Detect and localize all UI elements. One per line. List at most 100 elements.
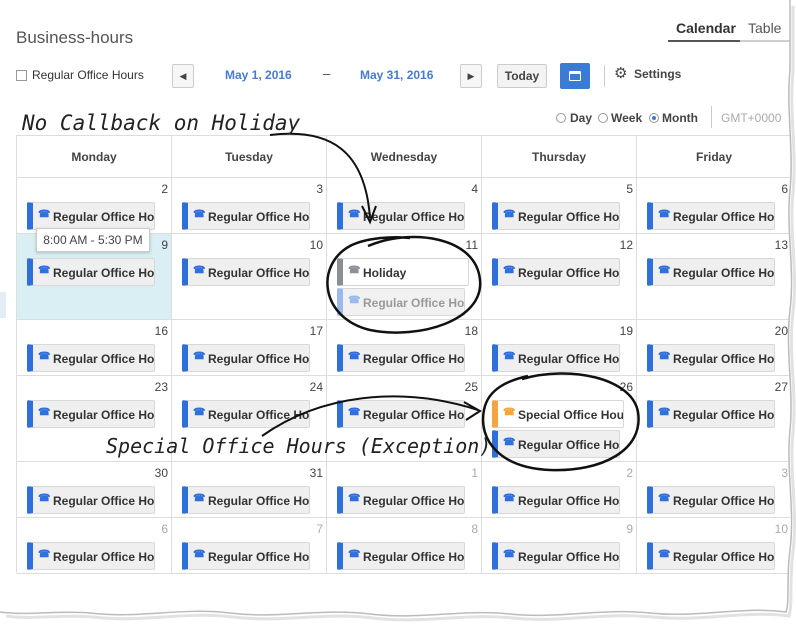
regular-hours-event[interactable]: ☎ Regular Office Hou: [182, 486, 310, 514]
regular-hours-event[interactable]: ☎ Regular Office Hou: [337, 542, 465, 570]
regular-hours-event[interactable]: ☎ Regular Office Hou: [337, 344, 465, 372]
settings-button[interactable]: Settings: [634, 67, 681, 81]
day-number: 25: [464, 380, 478, 394]
regular-hours-event[interactable]: ☎ Regular Office Hou: [182, 202, 310, 230]
gear-icon[interactable]: ⚙: [614, 66, 630, 82]
day-cell[interactable]: 17 ☎ Regular Office Hou: [172, 320, 327, 376]
event-label: Regular Office Hou: [53, 266, 155, 280]
phone-icon: ☎: [38, 265, 51, 276]
radio-week[interactable]: [598, 113, 608, 123]
regular-hours-event[interactable]: ☎ Regular Office Hou: [182, 258, 310, 286]
special-hours-event[interactable]: ☎ Special Office Hou: [492, 400, 624, 428]
event-label: Regular Office Hou: [208, 494, 310, 508]
today-button[interactable]: Today: [497, 64, 547, 88]
dim-hours-event[interactable]: ☎ Regular Office Hou: [337, 288, 465, 316]
event-label: Regular Office Hou: [673, 210, 775, 224]
day-cell[interactable]: 12 ☎ Regular Office Hou: [482, 234, 637, 320]
day-number: 30: [154, 466, 168, 480]
day-cell[interactable]: 8 ☎ Regular Office Hou: [327, 518, 482, 574]
day-number: 31: [309, 466, 323, 480]
tab-calendar[interactable]: Calendar: [676, 20, 736, 36]
event-label: Regular Office Hou: [53, 550, 155, 564]
event-label: Regular Office Hou: [208, 408, 310, 422]
day-cell[interactable]: 2 ☎ Regular Office Hou: [482, 462, 637, 518]
radio-week-label[interactable]: Week: [611, 111, 642, 125]
regular-hours-event[interactable]: ☎ Regular Office Hou: [27, 258, 155, 286]
next-month-button[interactable]: ▶: [460, 64, 482, 88]
regular-hours-event[interactable]: ☎ Regular Office Hou: [647, 344, 775, 372]
regular-hours-event[interactable]: ☎ Regular Office Hou: [647, 486, 775, 514]
day-cell[interactable]: 6 ☎ Regular Office Hou: [17, 518, 172, 574]
day-cell[interactable]: 2 ☎ Regular Office Hou: [17, 178, 172, 234]
regular-hours-event[interactable]: ☎ Regular Office Hou: [647, 542, 775, 570]
regular-hours-event[interactable]: ☎ Regular Office Hou: [182, 400, 310, 428]
day-cell[interactable]: 10 ☎ Regular Office Hou: [637, 518, 790, 574]
holiday-hours-event[interactable]: ☎ Holiday: [337, 258, 469, 286]
regular-hours-checkbox[interactable]: [16, 70, 27, 81]
phone-icon: ☎: [193, 549, 206, 560]
radio-day-label[interactable]: Day: [570, 111, 592, 125]
regular-hours-event[interactable]: ☎ Regular Office Hou: [647, 400, 775, 428]
day-cell[interactable]: 3 ☎ Regular Office Hou: [637, 462, 790, 518]
end-date[interactable]: May 31, 2016: [360, 68, 433, 82]
weekday-header-monday: Monday: [17, 136, 172, 178]
regular-hours-event[interactable]: ☎ Regular Office Hou: [27, 542, 155, 570]
event-label: Regular Office Hou: [363, 408, 465, 422]
day-cell[interactable]: 30 ☎ Regular Office Hou: [17, 462, 172, 518]
regular-hours-event[interactable]: ☎ Regular Office Hou: [27, 400, 155, 428]
weekday-header-thursday: Thursday: [482, 136, 637, 178]
day-cell[interactable]: 27 ☎ Regular Office Hou: [637, 376, 790, 462]
phone-icon: ☎: [348, 295, 361, 306]
day-cell[interactable]: 3 ☎ Regular Office Hou: [172, 178, 327, 234]
day-number: 6: [781, 182, 788, 196]
regular-hours-event[interactable]: ☎ Regular Office Hou: [337, 202, 465, 230]
regular-hours-event[interactable]: ☎ Regular Office Hou: [647, 202, 775, 230]
calendar-picker-button[interactable]: [560, 63, 590, 89]
weekday-header-wednesday: Wednesday: [327, 136, 482, 178]
event-label: Regular Office Hou: [208, 550, 310, 564]
radio-day[interactable]: [556, 113, 566, 123]
day-cell[interactable]: 7 ☎ Regular Office Hou: [172, 518, 327, 574]
phone-icon: ☎: [38, 549, 51, 560]
day-cell[interactable]: 4 ☎ Regular Office Hou: [327, 178, 482, 234]
regular-hours-event[interactable]: ☎ Regular Office Hou: [492, 202, 620, 230]
tab-table[interactable]: Table: [748, 20, 781, 36]
regular-hours-event[interactable]: ☎ Regular Office Hou: [492, 542, 620, 570]
day-cell[interactable]: 13 ☎ Regular Office Hou: [637, 234, 790, 320]
regular-hours-event[interactable]: ☎ Regular Office Hou: [492, 486, 620, 514]
event-label: Regular Office Hou: [518, 550, 620, 564]
regular-hours-event[interactable]: ☎ Regular Office Hou: [182, 344, 310, 372]
day-cell[interactable]: 18 ☎ Regular Office Hou: [327, 320, 482, 376]
day-cell[interactable]: 26 ☎ Special Office Hou ☎ Regular Office Hou: [482, 376, 637, 462]
event-time-tooltip: 8:00 AM - 5:30 PM: [36, 228, 150, 252]
regular-hours-event[interactable]: ☎ Regular Office Hou: [27, 202, 155, 230]
regular-hours-event[interactable]: ☎ Regular Office Hou: [27, 344, 155, 372]
regular-hours-event[interactable]: ☎ Regular Office Hou: [337, 486, 465, 514]
start-date[interactable]: May 1, 2016: [225, 68, 292, 82]
day-cell[interactable]: 11 ☎ Holiday ☎ Regular Office Hou: [327, 234, 482, 320]
regular-hours-event[interactable]: ☎ Regular Office Hou: [492, 258, 620, 286]
regular-hours-event[interactable]: ☎ Regular Office Hou: [27, 486, 155, 514]
day-cell[interactable]: 31 ☎ Regular Office Hou: [172, 462, 327, 518]
day-number: 27: [774, 380, 788, 394]
previous-month-button[interactable]: ◀: [172, 64, 194, 88]
day-cell[interactable]: 10 ☎ Regular Office Hou: [172, 234, 327, 320]
day-cell[interactable]: 9 ☎ Regular Office Hou: [482, 518, 637, 574]
day-cell[interactable]: 16 ☎ Regular Office Hou: [17, 320, 172, 376]
radio-month[interactable]: [649, 113, 659, 123]
regular-hours-event[interactable]: ☎ Regular Office Hou: [647, 258, 775, 286]
phone-icon: ☎: [503, 407, 516, 418]
day-cell[interactable]: 1 ☎ Regular Office Hou: [327, 462, 482, 518]
day-cell[interactable]: 19 ☎ Regular Office Hou: [482, 320, 637, 376]
phone-icon: ☎: [348, 351, 361, 362]
regular-hours-event[interactable]: ☎ Regular Office Hou: [492, 344, 620, 372]
day-cell[interactable]: 6 ☎ Regular Office Hou: [637, 178, 790, 234]
day-cell[interactable]: 20 ☎ Regular Office Hou: [637, 320, 790, 376]
phone-icon: ☎: [348, 209, 361, 220]
regular-hours-event[interactable]: ☎ Regular Office Hou: [182, 542, 310, 570]
regular-hours-event[interactable]: ☎ Regular Office Hou: [492, 430, 620, 458]
day-cell[interactable]: 5 ☎ Regular Office Hou: [482, 178, 637, 234]
regular-hours-event[interactable]: ☎ Regular Office Hou: [337, 400, 465, 428]
event-label: Regular Office Hou: [363, 296, 465, 310]
radio-month-label[interactable]: Month: [662, 111, 698, 125]
